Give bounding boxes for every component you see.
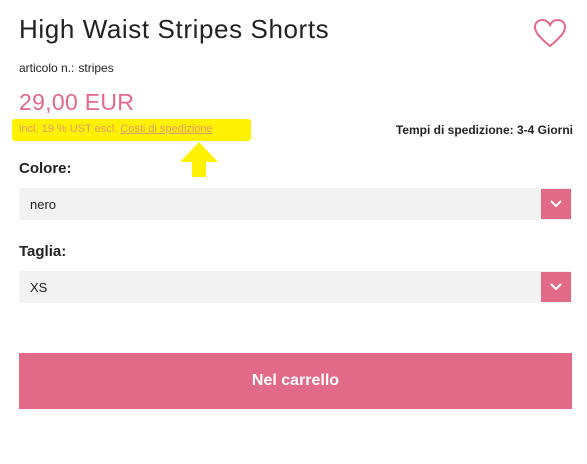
add-to-cart-button[interactable]: Nel carrello <box>19 353 572 409</box>
chevron-down-icon <box>550 200 562 208</box>
shipping-time: Tempi di spedizione: 3-4 Giorni <box>395 123 573 137</box>
color-label: Colore: <box>19 160 72 177</box>
arrow-up-icon <box>180 142 218 177</box>
shipping-costs-link[interactable]: Costi di spedizione <box>120 123 212 135</box>
color-dropdown-toggle[interactable] <box>541 189 571 219</box>
size-select[interactable]: XS <box>19 271 572 303</box>
sku-line: articolo n.: stripes <box>19 61 118 75</box>
wishlist-button[interactable] <box>533 18 567 48</box>
size-dropdown-toggle[interactable] <box>541 272 571 302</box>
size-label: Taglia: <box>19 243 67 260</box>
size-value: XS <box>30 280 48 295</box>
sku-label: articolo n.: <box>19 61 75 75</box>
chevron-down-icon <box>550 283 562 291</box>
price: 29,00 EUR <box>19 89 135 115</box>
tax-prefix: incl. 19 % UST escl. <box>19 123 118 135</box>
color-select[interactable]: nero <box>19 188 572 220</box>
sku-value: stripes <box>78 61 114 75</box>
product-title: High Waist Stripes Shorts <box>19 14 330 44</box>
tax-note: incl. 19 % UST escl. Costi di spedizione <box>19 123 213 135</box>
heart-icon <box>533 18 567 48</box>
color-value: nero <box>30 197 57 212</box>
